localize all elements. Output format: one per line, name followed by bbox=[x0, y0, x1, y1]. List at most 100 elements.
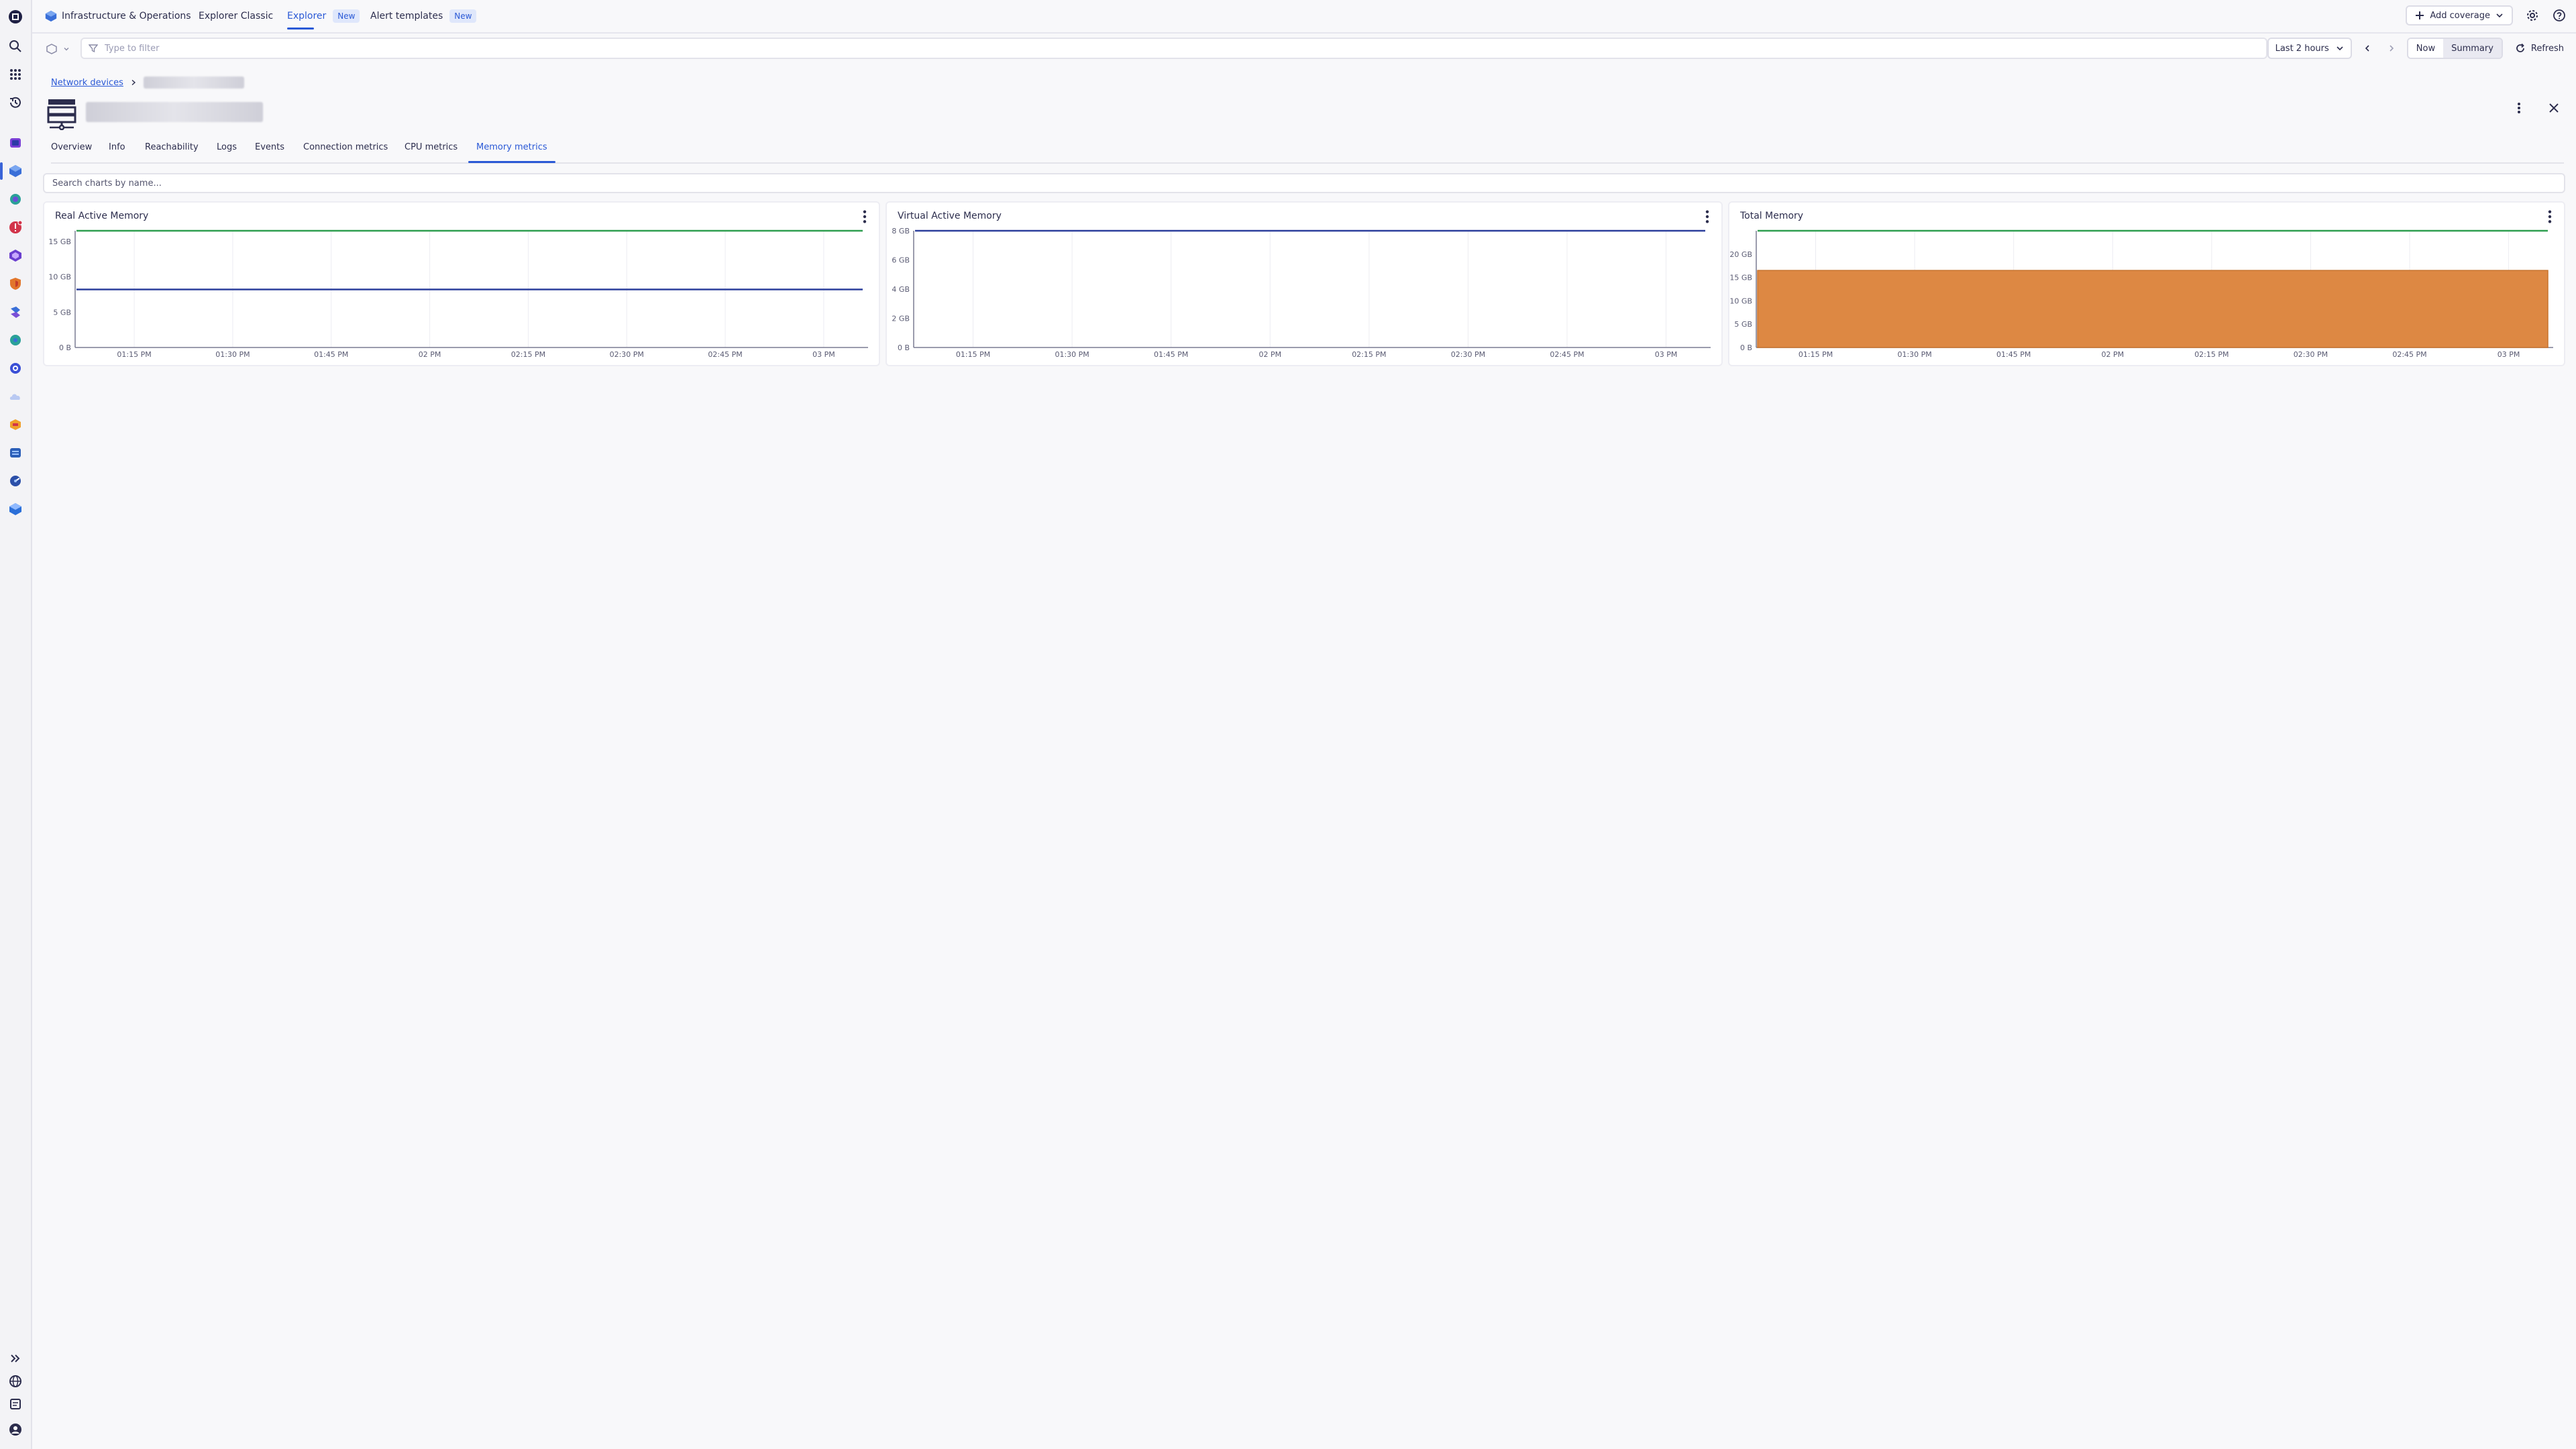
x-tick-label: 02:30 PM bbox=[2294, 350, 2328, 359]
now-toggle[interactable]: Now bbox=[2408, 39, 2444, 58]
refresh-button[interactable]: Refresh bbox=[2510, 38, 2569, 59]
cloud-app-icon[interactable] bbox=[7, 388, 24, 405]
chevron-right-icon bbox=[131, 79, 136, 86]
plus-icon bbox=[2416, 11, 2424, 19]
chevron-right-icon bbox=[2390, 45, 2394, 52]
history-icon[interactable] bbox=[7, 94, 24, 111]
workflows-app-icon[interactable] bbox=[7, 303, 24, 321]
kubernetes-app-icon[interactable] bbox=[7, 247, 24, 264]
summary-toggle[interactable]: Summary bbox=[2443, 39, 2502, 58]
tab-reachability[interactable]: Reachability bbox=[145, 142, 199, 152]
breadcrumb: Network devices bbox=[51, 75, 244, 90]
notebooks-app-icon[interactable] bbox=[7, 134, 24, 152]
timeframe-forward-button[interactable] bbox=[2383, 38, 2400, 59]
chart-title: Virtual Active Memory bbox=[898, 211, 1002, 221]
entity-type-selector[interactable] bbox=[42, 39, 74, 59]
filter-field[interactable] bbox=[80, 38, 2267, 59]
nav-explorer-classic[interactable]: Explorer Classic bbox=[199, 8, 273, 24]
x-tick-label: 01:30 PM bbox=[215, 350, 250, 359]
ai-app-icon[interactable] bbox=[7, 416, 24, 433]
help-button[interactable] bbox=[2552, 8, 2567, 23]
y-tick-label: 5 GB bbox=[53, 308, 71, 317]
apps-grid-icon[interactable] bbox=[7, 66, 24, 83]
y-tick-label: 4 GB bbox=[892, 285, 910, 294]
timeframe-back-button[interactable] bbox=[2359, 38, 2376, 59]
x-tick-label: 02 PM bbox=[1258, 350, 1281, 359]
more-options-button[interactable] bbox=[2512, 101, 2526, 115]
new-badge: New bbox=[333, 9, 360, 23]
x-tick-label: 01:15 PM bbox=[1799, 350, 1833, 359]
y-tick-label: 20 GB bbox=[1729, 250, 1752, 259]
chart-menu-icon[interactable] bbox=[2544, 209, 2556, 224]
add-coverage-button[interactable]: Add coverage bbox=[2406, 5, 2513, 25]
dynatrace-logo-icon[interactable] bbox=[7, 8, 24, 25]
filter-bar: Last 2 hours Now Summary Refresh bbox=[32, 34, 2576, 64]
nav-label: Explorer bbox=[287, 11, 327, 21]
chart-search-input[interactable] bbox=[51, 177, 2469, 189]
breadcrumb-network-devices[interactable]: Network devices bbox=[51, 78, 123, 88]
x-tick-label: 01:45 PM bbox=[314, 350, 348, 359]
infrastructure-app-icon[interactable] bbox=[7, 162, 24, 180]
close-icon bbox=[2549, 103, 2559, 113]
security-app-icon[interactable] bbox=[7, 275, 24, 292]
chart-menu-icon[interactable] bbox=[1701, 209, 1713, 224]
problems-app-icon[interactable] bbox=[7, 219, 24, 236]
tab-logs[interactable]: Logs bbox=[217, 142, 237, 152]
filter-input[interactable] bbox=[103, 42, 2118, 54]
dashboards-app-icon[interactable] bbox=[7, 472, 24, 490]
network-device-icon bbox=[47, 99, 76, 130]
x-tick-label: 03 PM bbox=[2498, 350, 2520, 359]
tab-cpu-metrics[interactable]: CPU metrics bbox=[405, 142, 458, 152]
expand-sidebar-icon[interactable] bbox=[7, 1350, 24, 1367]
y-tick-label: 10 GB bbox=[1729, 297, 1752, 305]
tab-connection-metrics[interactable]: Connection metrics bbox=[303, 142, 388, 152]
cube-icon bbox=[46, 44, 57, 54]
notifications-icon[interactable] bbox=[7, 1395, 24, 1413]
database-app-icon[interactable] bbox=[7, 444, 24, 462]
timeframe-selector[interactable]: Last 2 hours bbox=[2267, 38, 2352, 59]
nav-alert-templates[interactable]: Alert templates New bbox=[370, 8, 477, 24]
chart-menu-icon[interactable] bbox=[859, 209, 871, 224]
timeframe-label: Last 2 hours bbox=[2275, 43, 2329, 54]
help-globe-icon[interactable] bbox=[7, 1373, 24, 1390]
user-avatar[interactable] bbox=[7, 1421, 24, 1438]
search-icon[interactable] bbox=[7, 38, 24, 55]
infrastructure-app-icon bbox=[45, 10, 57, 22]
x-tick-label: 01:45 PM bbox=[1154, 350, 1188, 359]
y-tick-label: 0 B bbox=[1740, 343, 1752, 352]
nav-label: Alert templates bbox=[370, 11, 443, 21]
nav-explorer[interactable]: Explorer New bbox=[287, 8, 360, 30]
kebab-menu-icon bbox=[2518, 103, 2520, 113]
x-tick-label: 02 PM bbox=[2101, 350, 2124, 359]
chart-title: Total Memory bbox=[1740, 211, 1804, 221]
y-tick-label: 15 GB bbox=[1729, 274, 1752, 282]
redacted-entity-name bbox=[86, 102, 263, 122]
chart-search-box[interactable] bbox=[43, 173, 2565, 193]
tab-memory-metrics[interactable]: Memory metrics bbox=[476, 142, 547, 152]
app-title[interactable]: Infrastructure & Operations bbox=[62, 8, 191, 24]
chevron-down-icon bbox=[64, 48, 69, 51]
new-badge: New bbox=[449, 9, 477, 23]
chart-card-real-active-memory: Real Active Memory 15 GB 10 GB 5 GB 0 B 01:1… bbox=[43, 201, 880, 366]
tab-overview[interactable]: Overview bbox=[51, 142, 92, 152]
x-tick-label: 02:15 PM bbox=[1352, 350, 1386, 359]
y-tick-label: 2 GB bbox=[892, 315, 910, 323]
synthetic-app-icon[interactable] bbox=[7, 360, 24, 377]
settings-gear-button[interactable] bbox=[2525, 8, 2540, 23]
chevron-left-icon bbox=[2365, 45, 2369, 52]
services-app-icon[interactable] bbox=[7, 191, 24, 208]
close-button[interactable] bbox=[2546, 101, 2561, 115]
tab-info[interactable]: Info bbox=[109, 142, 125, 152]
y-tick-label: 10 GB bbox=[48, 273, 71, 282]
x-tick-label: 02:45 PM bbox=[708, 350, 742, 359]
tab-events[interactable]: Events bbox=[255, 142, 284, 152]
hub-app-icon[interactable] bbox=[7, 500, 24, 518]
x-tick-label: 03 PM bbox=[812, 350, 835, 359]
x-tick-label: 01:15 PM bbox=[117, 350, 151, 359]
y-tick-label: 6 GB bbox=[892, 256, 910, 265]
chevron-down-icon bbox=[2337, 46, 2343, 51]
settings-app-icon[interactable] bbox=[7, 331, 24, 349]
y-tick-label: 0 B bbox=[59, 343, 71, 352]
active-tab-underline bbox=[468, 161, 555, 163]
chart-card-total-memory: Total Memory 20 GB 15 GB 10 GB 5 GB 0 B 01:15… bbox=[1728, 201, 2565, 366]
